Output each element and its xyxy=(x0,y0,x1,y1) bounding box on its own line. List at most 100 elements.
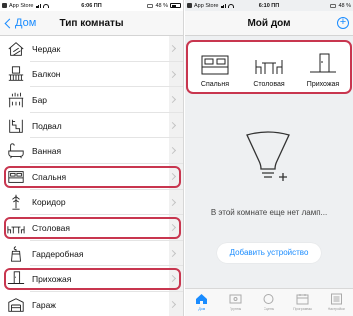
chevron-left-icon xyxy=(4,18,15,28)
nav-bar: Мой дом + xyxy=(185,11,353,36)
attic-icon xyxy=(8,41,24,56)
hallway-icon xyxy=(310,53,336,73)
room-type-hallway[interactable]: Прихожая xyxy=(296,42,350,92)
room-label: Коридор xyxy=(32,197,66,208)
highlight-frame xyxy=(4,268,181,290)
room-label: Бар xyxy=(32,94,48,105)
room-type-carousel: Спальня Столовая Прихожая xyxy=(186,40,352,94)
chevron-right-icon xyxy=(168,147,177,155)
room-row-dining[interactable]: Столовая xyxy=(0,215,183,241)
tab-home[interactable]: Дом xyxy=(185,289,219,316)
status-battery-percent: 48 % xyxy=(155,2,168,9)
tab-bar: Дом Группы Сцены Программы Настройки xyxy=(185,288,353,316)
room-type-bedroom[interactable]: Спальня xyxy=(188,42,242,92)
my-home-screen: App Store 6:10 ПП 48 % Мой дом + Спальня… xyxy=(185,0,353,316)
dining-table-icon xyxy=(255,60,283,74)
page-title: Мой дом xyxy=(247,17,291,29)
status-battery-percent: 48 % xyxy=(338,2,351,9)
scenes-tab-icon xyxy=(263,294,274,304)
back-button[interactable]: Дом xyxy=(4,17,36,29)
status-carrier: App Store xyxy=(9,2,34,9)
wardrobe-icon xyxy=(11,245,21,262)
bar-icon xyxy=(8,92,24,108)
chevron-right-icon xyxy=(168,96,177,104)
room-label: Столовая xyxy=(32,222,71,233)
basement-icon xyxy=(9,119,23,133)
status-bar: App Store 6:06 ПП 48 % xyxy=(0,0,183,11)
add-device-button[interactable]: Добавить устройство xyxy=(217,243,321,263)
room-type-dining[interactable]: Столовая xyxy=(242,42,296,92)
room-row-dressing-room[interactable]: Гардеробная xyxy=(0,241,183,267)
wifi-icon xyxy=(228,3,235,8)
bed-icon xyxy=(8,170,24,183)
app-store-icon xyxy=(187,3,192,8)
coat-rack-icon xyxy=(12,195,20,211)
tab-label: Программы xyxy=(293,307,313,311)
room-type-list: Чердак Балкон Бар Подвал Ванная Спальня xyxy=(0,36,183,316)
chevron-right-icon xyxy=(168,249,177,257)
room-label: Спальня xyxy=(32,171,67,182)
tab-settings[interactable]: Настройки xyxy=(319,289,353,316)
tab-groups[interactable]: Группы xyxy=(219,289,253,316)
back-label: Дом xyxy=(15,17,37,29)
app-store-icon xyxy=(2,3,7,8)
bed-icon xyxy=(201,55,229,75)
settings-tab-icon xyxy=(330,293,342,305)
chevron-right-icon xyxy=(168,224,177,232)
routines-tab-icon xyxy=(296,294,309,305)
tab-label: Настройки xyxy=(327,307,345,311)
chevron-right-icon xyxy=(168,44,177,53)
status-time: 6:10 ПП xyxy=(258,2,280,9)
room-label: Чердак xyxy=(32,43,61,54)
groups-tab-icon xyxy=(229,294,242,304)
add-icon[interactable]: + xyxy=(337,17,349,29)
signal-icon xyxy=(221,3,227,8)
tab-label: Группы xyxy=(229,307,242,311)
room-type-label: Столовая xyxy=(253,81,285,88)
lightbulb-icon xyxy=(246,131,290,181)
status-time: 6:06 ПП xyxy=(81,2,102,9)
room-type-label: Спальня xyxy=(200,81,230,88)
chevron-right-icon xyxy=(168,275,177,283)
room-label: Прихожая xyxy=(32,274,72,285)
chevron-right-icon xyxy=(168,172,177,181)
room-label: Ванная xyxy=(32,146,62,157)
tab-scenes[interactable]: Сцены xyxy=(252,289,286,316)
empty-state-text: В этой комнате еще нет ламп... xyxy=(210,208,328,217)
room-row-corridor[interactable]: Коридор xyxy=(0,190,183,216)
room-row-bathroom[interactable]: Ванная xyxy=(0,138,183,164)
hallway-icon xyxy=(7,271,25,285)
room-row-balcony[interactable]: Балкон xyxy=(0,62,183,88)
wifi-icon xyxy=(43,3,50,8)
home-tab-icon xyxy=(196,294,208,304)
signal-icon xyxy=(36,3,42,8)
nav-bar: Дом Тип комнаты xyxy=(0,11,183,36)
tab-label: Сцены xyxy=(263,307,275,311)
room-row-basement[interactable]: Подвал xyxy=(0,113,183,139)
chevron-right-icon xyxy=(168,300,177,308)
tab-label: Дом xyxy=(198,307,206,311)
rotation-lock-icon xyxy=(330,3,337,8)
rotation-lock-icon xyxy=(147,3,154,8)
room-label: Гардеробная xyxy=(32,248,84,259)
room-label: Гараж xyxy=(32,299,56,310)
chevron-right-icon xyxy=(168,121,177,129)
room-row-hallway[interactable]: Прихожая xyxy=(0,266,183,292)
room-row-bedroom[interactable]: Спальня xyxy=(0,164,183,190)
tab-routines[interactable]: Программы xyxy=(286,289,320,316)
chevron-right-icon xyxy=(168,70,177,78)
room-type-label: Прихожая xyxy=(306,81,340,88)
room-label: Подвал xyxy=(32,120,62,131)
room-label: Балкон xyxy=(32,69,61,80)
highlight-frame xyxy=(4,217,181,239)
room-row-bar[interactable]: Бар xyxy=(0,87,183,113)
room-row-garage[interactable]: Гараж xyxy=(0,292,183,316)
garage-icon xyxy=(8,297,24,312)
balcony-icon xyxy=(8,66,24,82)
status-bar: App Store 6:10 ПП 48 % xyxy=(185,0,353,11)
battery-icon xyxy=(170,3,181,8)
status-carrier: App Store xyxy=(194,2,219,9)
room-row-attic[interactable]: Чердак xyxy=(0,36,183,62)
room-type-screen: App Store 6:06 ПП 48 % Дом Тип комнаты Ч… xyxy=(0,0,184,316)
dining-table-icon xyxy=(7,226,25,234)
